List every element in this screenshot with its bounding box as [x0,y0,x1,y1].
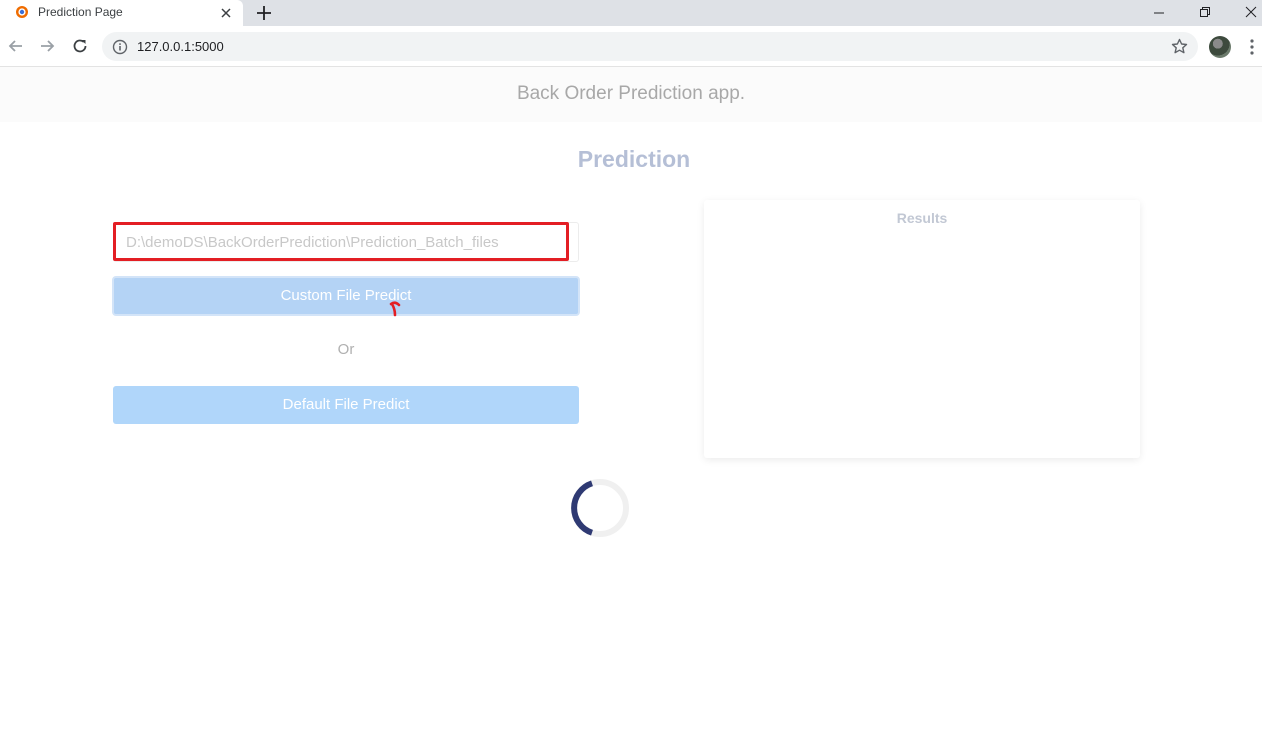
minimize-icon [1154,12,1164,14]
results-panel: Results [704,200,1140,458]
app-title: Back Order Prediction app. [516,83,746,104]
results-title: Results [896,210,948,226]
browser-tab[interactable]: Prediction Page [0,0,243,26]
arrow-left-icon[interactable] [7,37,25,55]
minimize-button[interactable] [1136,0,1182,26]
close-icon[interactable] [219,6,233,20]
avatar[interactable] [1209,36,1231,58]
reload-icon[interactable] [71,37,89,55]
window-close-icon [1245,6,1257,18]
restore-icon [1200,7,1210,17]
tab-title: Prediction Page [38,5,123,19]
file-path-input[interactable] [113,222,579,262]
spinner-icon [571,479,629,537]
default-file-predict-button[interactable]: Default File Predict [113,386,579,424]
browser-toolbar: 127.0.0.1:5000 [0,26,1262,67]
arrow-right-icon[interactable] [38,37,56,55]
restore-button[interactable] [1182,0,1228,26]
star-icon[interactable] [1171,38,1188,55]
page-title: Prediction [577,146,691,172]
custom-file-predict-button[interactable]: Custom File Predict [112,276,580,316]
window-close-button[interactable] [1228,0,1262,26]
address-bar[interactable]: 127.0.0.1:5000 [102,32,1198,61]
app-header: Back Order Prediction app. [0,67,1262,122]
info-icon[interactable] [112,39,128,55]
url-text: 127.0.0.1:5000 [137,39,224,54]
app-logo-icon [16,6,28,18]
kebab-menu-icon[interactable] [1245,38,1259,56]
plus-icon[interactable] [255,4,273,22]
or-separator: Or [337,341,355,358]
browser-tab-strip: Prediction Page [0,0,1262,26]
